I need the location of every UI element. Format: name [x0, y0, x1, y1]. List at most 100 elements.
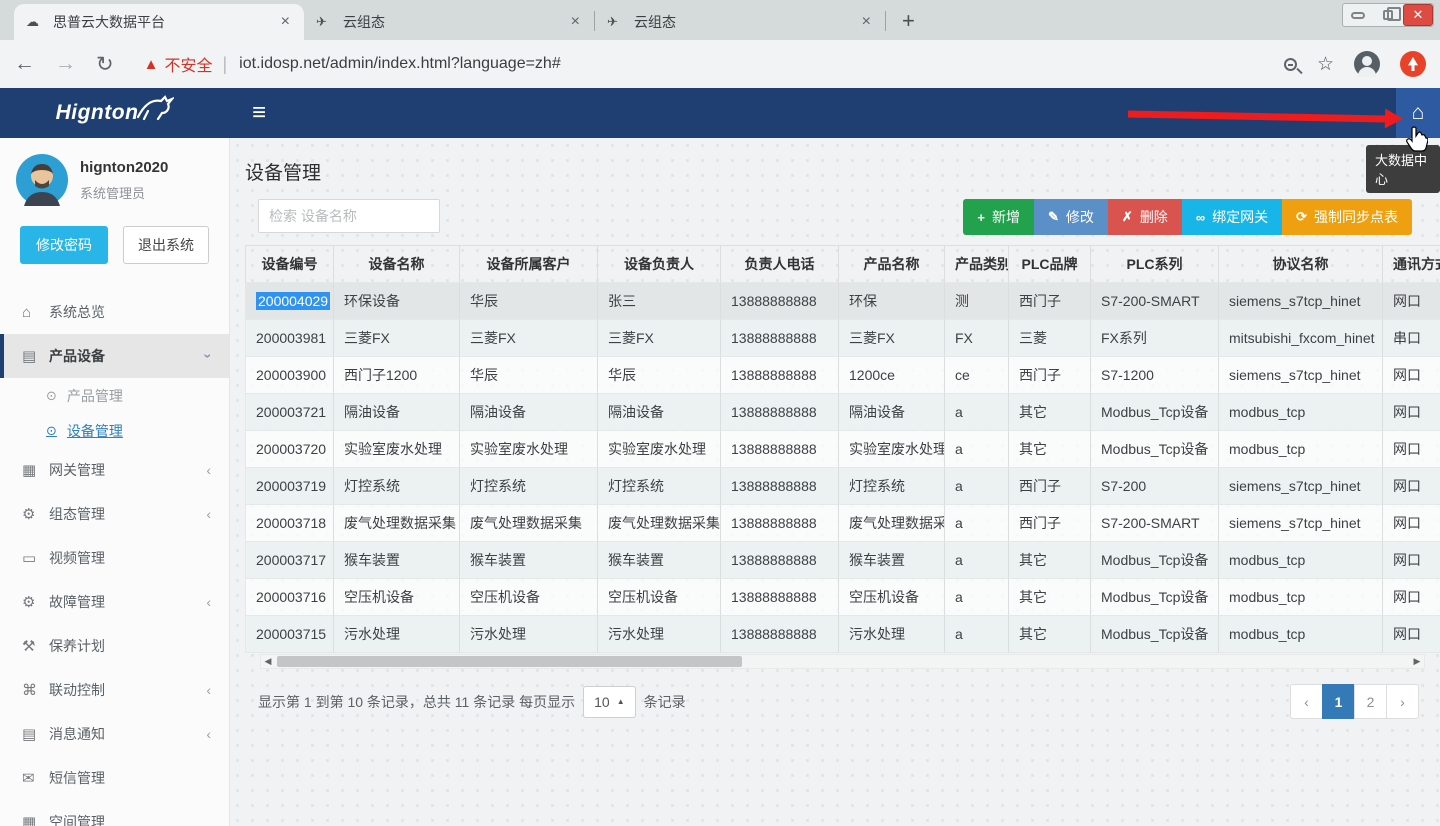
table-cell: 猴车装置 — [839, 542, 945, 579]
table-row[interactable]: 200003981三菱FX三菱FX三菱FX13888888888三菱FXFX三菱… — [245, 320, 1440, 357]
table-cell: 200003715 — [246, 616, 334, 653]
sidebar-item-label: 消息通知 — [49, 724, 105, 744]
table-row[interactable]: 200003718废气处理数据采集废气处理数据采集废气处理数据采集1388888… — [245, 505, 1440, 542]
sidebar-item-联动控制[interactable]: ⌘联动控制‹ — [0, 668, 229, 712]
action-button-修改[interactable]: ✎修改 — [1034, 199, 1108, 235]
action-label: 强制同步点表 — [1314, 207, 1398, 227]
next-page-button[interactable]: › — [1386, 684, 1419, 719]
browser-profile-avatar[interactable] — [1354, 51, 1380, 77]
sidebar-subitem-设备管理[interactable]: ⊙设备管理 — [0, 413, 229, 448]
table-cell: 其它 — [1009, 579, 1091, 616]
sidebar-subitem-产品管理[interactable]: ⊙产品管理 — [0, 378, 229, 413]
sidebar-item-网关管理[interactable]: ▦网关管理‹ — [0, 448, 229, 492]
tab-close-icon[interactable]: × — [277, 13, 294, 31]
table-cell: FX — [945, 320, 1009, 357]
table-row[interactable]: 200003720实验室废水处理实验室废水处理实验室废水处理1388888888… — [245, 431, 1440, 468]
bookmark-star-icon[interactable]: ☆ — [1317, 53, 1334, 76]
browser-tab[interactable]: ☁思普云大数据平台× — [14, 4, 304, 40]
scroll-left-arrow-icon[interactable]: ◀ — [261, 654, 275, 669]
table-row[interactable]: 200003900西门子1200华辰华辰138888888881200cece西… — [245, 357, 1440, 394]
new-tab-button[interactable]: + — [902, 8, 915, 34]
logout-button[interactable]: 退出系统 — [123, 226, 209, 264]
table-cell: 1200ce — [839, 357, 945, 394]
sidebar-item-保养计划[interactable]: ⚒保养计划 — [0, 624, 229, 668]
table-cell: 灯控系统 — [334, 468, 460, 505]
column-header: 设备所属客户 — [460, 246, 598, 283]
table-cell: 废气处理数据采集 — [598, 505, 721, 542]
zoom-out-icon[interactable] — [1284, 58, 1297, 71]
table-row[interactable]: 200003721隔油设备隔油设备隔油设备13888888888隔油设备a其它M… — [245, 394, 1440, 431]
browser-toolbar: ← → ↻ ▲ 不安全 | iot.idosp.net/admin/index.… — [0, 40, 1440, 88]
table-row[interactable]: 200003716空压机设备空压机设备空压机设备13888888888空压机设备… — [245, 579, 1440, 616]
prev-page-button[interactable]: ‹ — [1290, 684, 1323, 719]
security-warning-icon[interactable]: ▲ — [144, 56, 159, 73]
table-row[interactable]: 200003715污水处理污水处理污水处理13888888888污水处理a其它M… — [245, 616, 1440, 653]
tab-close-icon[interactable]: × — [567, 13, 584, 31]
action-button-强制同步点表[interactable]: ⟳强制同步点表 — [1282, 199, 1412, 235]
table-cell: 网口 — [1383, 468, 1440, 505]
selected-device-id: 200004029 — [256, 292, 330, 310]
table-cell: 华辰 — [598, 357, 721, 394]
table-cell: 废气处理数据采集 — [839, 505, 945, 542]
page-size-value: 10 — [594, 694, 610, 710]
close-window-button[interactable]: ✕ — [1403, 4, 1433, 26]
table-cell: S7-1200 — [1091, 357, 1219, 394]
browser-tab[interactable]: ✈ 云组态× — [304, 4, 594, 40]
plus-icon: + — [977, 210, 985, 225]
address-bar[interactable]: iot.idosp.net/admin/index.html?language=… — [239, 55, 1284, 73]
horizontal-scrollbar[interactable]: ◀ ▶ — [260, 654, 1425, 669]
table-cell: modbus_tcp — [1219, 616, 1383, 653]
user-avatar[interactable] — [16, 154, 68, 206]
reload-button[interactable]: ↻ — [96, 52, 114, 77]
table-row[interactable]: 200003717猴车装置猴车装置猴车装置13888888888猴车装置a其它M… — [245, 542, 1440, 579]
scrollbar-thumb[interactable] — [277, 656, 742, 667]
hignton-logo: Hignton — [0, 88, 230, 138]
scrollbar-track[interactable] — [275, 655, 1410, 668]
scroll-right-arrow-icon[interactable]: ▶ — [1410, 654, 1424, 669]
change-password-button[interactable]: 修改密码 — [20, 226, 108, 264]
table-cell: 隔油设备 — [839, 394, 945, 431]
table-cell: FX系列 — [1091, 320, 1219, 357]
sidebar-item-消息通知[interactable]: ▤消息通知‹ — [0, 712, 229, 756]
table-row[interactable]: 200004029环保设备华辰张三13888888888环保测西门子S7-200… — [245, 283, 1440, 320]
action-button-新增[interactable]: +新增 — [963, 199, 1034, 235]
page-button-2[interactable]: 2 — [1354, 684, 1387, 719]
table-cell: 13888888888 — [721, 579, 839, 616]
search-input[interactable] — [258, 199, 440, 233]
subitem-label: 产品管理 — [67, 386, 123, 406]
table-cell: a — [945, 505, 1009, 542]
rocket-favicon: ✈ — [316, 14, 334, 30]
home-tooltip: 大数据中心 — [1366, 145, 1440, 193]
sidebar-item-组态管理[interactable]: ⚙组态管理‹ — [0, 492, 229, 536]
action-button-删除[interactable]: ✗删除 — [1108, 199, 1182, 235]
action-button-绑定网关[interactable]: ∞绑定网关 — [1182, 199, 1282, 235]
table-cell: 废气处理数据采集 — [334, 505, 460, 542]
restore-button[interactable] — [1373, 4, 1403, 26]
x-icon: ✗ — [1122, 209, 1133, 225]
config-gears-icon: ⚙ — [22, 505, 49, 523]
forward-button[interactable]: → — [55, 52, 76, 76]
sidebar-item-系统总览[interactable]: ⌂系统总览 — [0, 290, 229, 334]
sidebar-item-空间管理[interactable]: ▦空间管理 — [0, 800, 229, 826]
page-button-1[interactable]: 1 — [1322, 684, 1355, 719]
tab-title: 云组态 — [634, 12, 858, 32]
table-cell: 200003716 — [246, 579, 334, 616]
browser-tab[interactable]: ✈云组态× — [595, 4, 885, 40]
sidebar-item-故障管理[interactable]: ⚙故障管理‹ — [0, 580, 229, 624]
mouse-hand-cursor — [1404, 126, 1428, 152]
tab-close-icon[interactable]: × — [858, 13, 875, 31]
back-button[interactable]: ← — [14, 52, 35, 76]
minimize-button[interactable] — [1343, 4, 1373, 26]
browser-menu-icon[interactable] — [1400, 51, 1426, 77]
table-row[interactable]: 200003719灯控系统灯控系统灯控系统13888888888灯控系统a西门子… — [245, 468, 1440, 505]
sidebar-item-短信管理[interactable]: ✉短信管理 — [0, 756, 229, 800]
table-cell: 其它 — [1009, 431, 1091, 468]
home-icon: ⌂ — [22, 304, 49, 321]
sidebar-item-产品设备[interactable]: ▤产品设备› — [0, 334, 229, 378]
tab-title: 云组态 — [343, 12, 567, 32]
sidebar-toggle-icon[interactable]: ≡ — [252, 99, 266, 127]
message-book-icon: ▤ — [22, 725, 49, 743]
page-size-select[interactable]: 10 ▲ — [583, 686, 636, 718]
table-cell: 西门子 — [1009, 357, 1091, 394]
sidebar-item-视频管理[interactable]: ▭视频管理 — [0, 536, 229, 580]
